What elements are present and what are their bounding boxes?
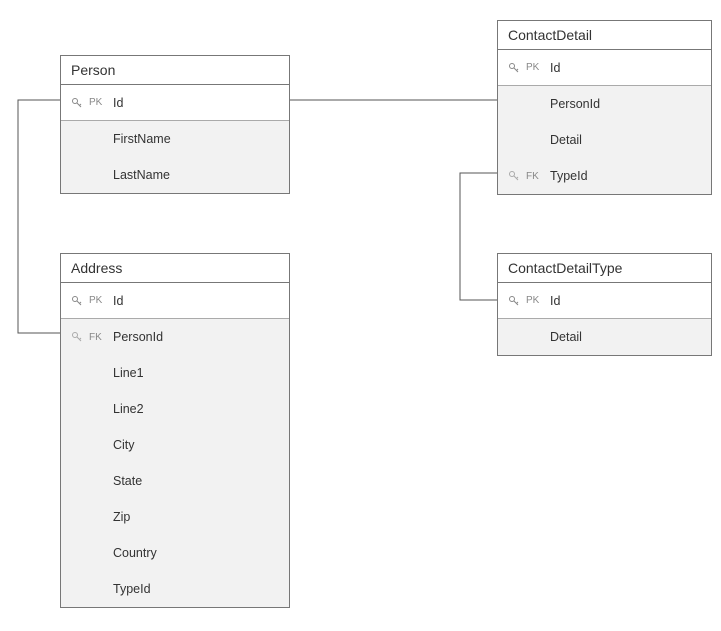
table-header: ContactDetailType <box>498 254 711 283</box>
table-row[interactable]: PK Id <box>498 283 711 319</box>
fk-label: FK <box>89 332 111 343</box>
column-name: Id <box>111 294 289 308</box>
column-name: Line1 <box>111 366 289 380</box>
column-name: PersonId <box>111 330 289 344</box>
table-row[interactable]: PK Id <box>498 50 711 86</box>
pk-label: PK <box>526 295 548 306</box>
table-row[interactable]: PK Id <box>61 283 289 319</box>
table-title: Address <box>71 260 122 276</box>
table-header: Address <box>61 254 289 283</box>
table-row[interactable]: PersonId <box>498 86 711 122</box>
table-row[interactable]: Line2 <box>61 391 289 427</box>
table-row[interactable]: TypeId <box>61 571 289 607</box>
fk-label: FK <box>526 171 548 182</box>
key-icon <box>502 295 526 307</box>
column-name: TypeId <box>111 582 289 596</box>
column-name: FirstName <box>111 132 289 146</box>
column-name: State <box>111 474 289 488</box>
table-row[interactable]: Country <box>61 535 289 571</box>
table-person[interactable]: Person PK Id FirstName LastName <box>60 55 290 194</box>
table-contact-detail-type[interactable]: ContactDetailType PK Id Detail <box>497 253 712 356</box>
column-name: PersonId <box>548 97 711 111</box>
key-icon <box>65 295 89 307</box>
key-icon <box>502 62 526 74</box>
pk-label: PK <box>526 62 548 73</box>
column-name: LastName <box>111 168 289 182</box>
column-name: Id <box>548 294 711 308</box>
table-row[interactable]: Detail <box>498 122 711 158</box>
column-name: Country <box>111 546 289 560</box>
table-title: Person <box>71 62 115 78</box>
column-name: Id <box>111 96 289 110</box>
table-row[interactable]: Zip <box>61 499 289 535</box>
column-name: TypeId <box>548 169 711 183</box>
column-name: Detail <box>548 133 711 147</box>
table-contact-detail[interactable]: ContactDetail PK Id PersonId Detail <box>497 20 712 195</box>
key-icon <box>65 97 89 109</box>
key-icon <box>65 331 89 343</box>
table-row[interactable]: Line1 <box>61 355 289 391</box>
column-name: City <box>111 438 289 452</box>
table-title: ContactDetail <box>508 27 592 43</box>
table-row[interactable]: City <box>61 427 289 463</box>
table-row[interactable]: LastName <box>61 157 289 193</box>
column-name: Id <box>548 61 711 75</box>
table-header: ContactDetail <box>498 21 711 50</box>
column-name: Line2 <box>111 402 289 416</box>
pk-label: PK <box>89 295 111 306</box>
table-row[interactable]: FK PersonId <box>61 319 289 355</box>
pk-label: PK <box>89 97 111 108</box>
diagram-canvas: Person PK Id FirstName LastName Contact <box>0 0 721 631</box>
table-row[interactable]: Detail <box>498 319 711 355</box>
table-row[interactable]: FirstName <box>61 121 289 157</box>
table-title: ContactDetailType <box>508 260 622 276</box>
table-row[interactable]: PK Id <box>61 85 289 121</box>
table-row[interactable]: State <box>61 463 289 499</box>
table-address[interactable]: Address PK Id FK PersonId Line1 <box>60 253 290 608</box>
key-icon <box>502 170 526 182</box>
column-name: Zip <box>111 510 289 524</box>
table-header: Person <box>61 56 289 85</box>
column-name: Detail <box>548 330 711 344</box>
table-row[interactable]: FK TypeId <box>498 158 711 194</box>
